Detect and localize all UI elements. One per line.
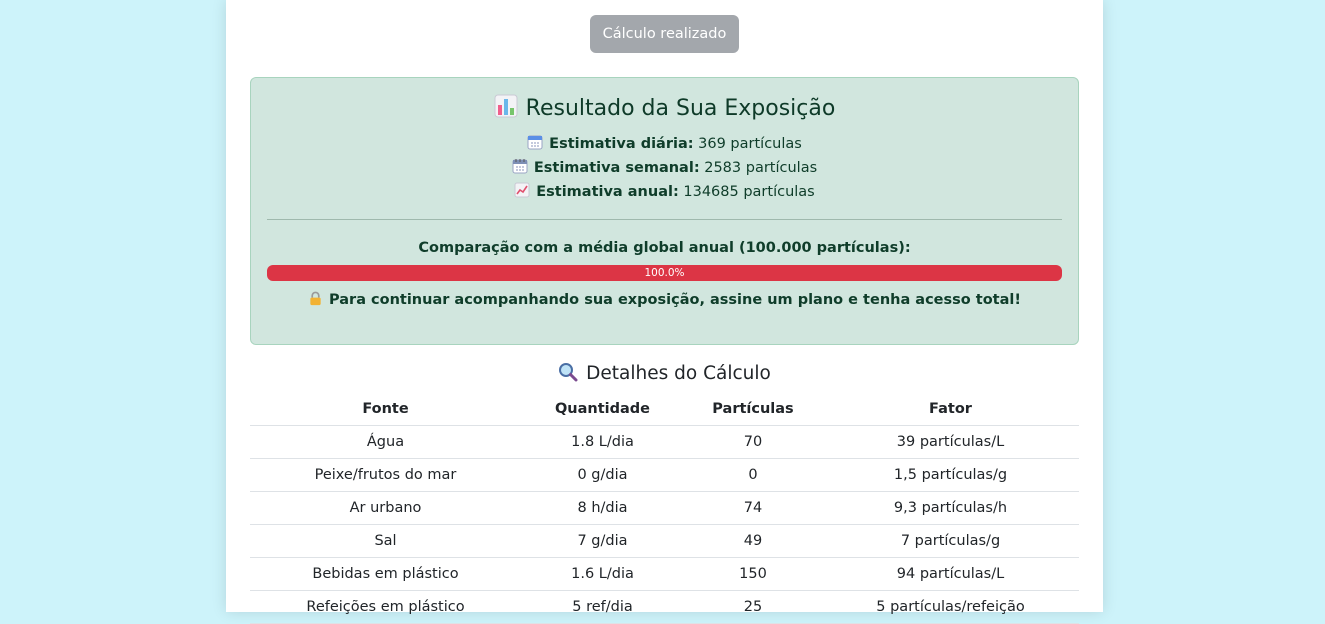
cell-factor: 39 partículas/L	[822, 425, 1079, 459]
chart-increasing-icon	[514, 182, 530, 200]
daily-estimate-value: 369 partículas	[698, 136, 802, 152]
cell-particles: 49	[684, 524, 822, 558]
cell-quantity: 0 g/dia	[521, 458, 684, 492]
column-header-quantidade: Quantidade	[521, 393, 684, 426]
cell-quantity: 8 h/dia	[521, 491, 684, 525]
cell-factor: 1,5 partículas/g	[822, 458, 1079, 492]
cell-source: Ar urbano	[250, 491, 521, 525]
cell-factor: 94 partículas/L	[822, 557, 1079, 591]
annual-estimate-value: 134685 partículas	[683, 184, 815, 200]
lock-icon	[308, 291, 323, 308]
cell-particles: 0	[684, 458, 822, 492]
result-title: Resultado da Sua Exposição	[251, 94, 1078, 124]
weekly-estimate: Estimativa semanal: 2583 partículas	[251, 158, 1078, 176]
column-header-fonte: Fonte	[250, 393, 521, 426]
weekly-estimate-value: 2583 partículas	[704, 160, 818, 176]
column-header-particulas: Partículas	[684, 393, 822, 426]
magnifier-icon	[558, 362, 578, 384]
annual-estimate-label: Estimativa anual:	[536, 184, 679, 200]
calculation-done-button[interactable]: Cálculo realizado	[589, 15, 740, 53]
cell-source: Refeições em plástico	[250, 590, 521, 624]
table-row: Ar urbano 8 h/dia 74 9,3 partículas/h	[250, 491, 1079, 525]
table-row: Peixe/frutos do mar 0 g/dia 0 1,5 partíc…	[250, 458, 1079, 492]
table-header-row: Fonte Quantidade Partículas Fator	[250, 393, 1079, 426]
column-header-fator: Fator	[822, 393, 1079, 426]
cell-factor: 7 partículas/g	[822, 524, 1079, 558]
button-wrapper: Cálculo realizado	[226, 15, 1103, 53]
details-table: Fonte Quantidade Partículas Fator Água 1…	[250, 393, 1079, 624]
comparison-progress-bar: 100.0%	[267, 265, 1062, 281]
main-card: Cálculo realizado Resultado da Sua Expos…	[226, 0, 1103, 624]
cell-source: Água	[250, 425, 521, 459]
cell-particles: 25	[684, 590, 822, 624]
weekly-estimate-label: Estimativa semanal:	[533, 160, 700, 176]
cell-particles: 74	[684, 491, 822, 525]
table-row: Bebidas em plástico 1.6 L/dia 150 94 par…	[250, 557, 1079, 591]
cell-quantity: 7 g/dia	[521, 524, 684, 558]
cell-source: Bebidas em plástico	[250, 557, 521, 591]
cell-source: Sal	[250, 524, 521, 558]
result-title-text: Resultado da Sua Exposição	[525, 96, 836, 121]
table-row: Refeições em plástico 5 ref/dia 25 5 par…	[250, 590, 1079, 624]
details-title-text: Detalhes do Cálculo	[586, 363, 771, 384]
details-title: Detalhes do Cálculo	[226, 362, 1103, 384]
progress-fill: 100.0%	[267, 265, 1062, 281]
table-row: Água 1.8 L/dia 70 39 partículas/L	[250, 425, 1079, 459]
daily-estimate: Estimativa diária: 369 partículas	[251, 134, 1078, 152]
cell-quantity: 1.8 L/dia	[521, 425, 684, 459]
comparison-label: Comparação com a média global anual (100…	[418, 240, 911, 256]
cell-factor: 9,3 partículas/h	[822, 491, 1079, 525]
bar-chart-icon	[494, 94, 518, 124]
plan-message: Para continuar acompanhando sua exposiçã…	[251, 291, 1078, 308]
cell-particles: 150	[684, 557, 822, 591]
calendar-icon	[527, 134, 543, 152]
result-panel: Resultado da Sua Exposição Estimativa di…	[250, 77, 1079, 345]
cell-factor: 5 partículas/refeição	[822, 590, 1079, 624]
cell-particles: 70	[684, 425, 822, 459]
table-row: Sal 7 g/dia 49 7 partículas/g	[250, 524, 1079, 558]
daily-estimate-label: Estimativa diária:	[549, 136, 694, 152]
cell-source: Peixe/frutos do mar	[250, 458, 521, 492]
cell-quantity: 1.6 L/dia	[521, 557, 684, 591]
cell-quantity: 5 ref/dia	[521, 590, 684, 624]
annual-estimate: Estimativa anual: 134685 partículas	[251, 182, 1078, 200]
result-divider	[267, 219, 1062, 220]
spiral-calendar-icon	[512, 158, 528, 176]
plan-message-text: Para continuar acompanhando sua exposiçã…	[329, 292, 1021, 308]
